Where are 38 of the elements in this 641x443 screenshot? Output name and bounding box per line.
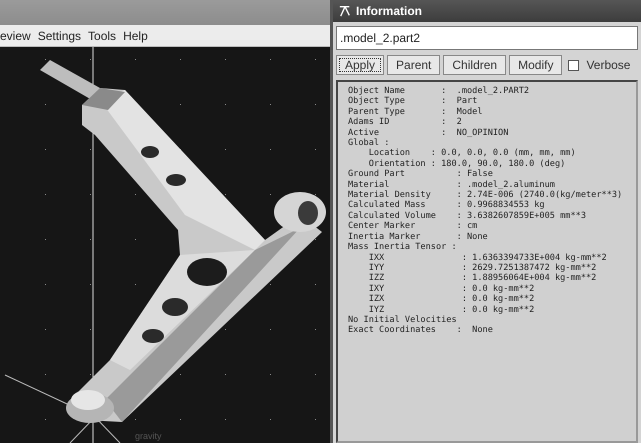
checkbox-label: Verbose — [586, 58, 630, 72]
info-line: Calculated Mass : 0.9968834553 kg — [348, 200, 546, 211]
info-line: IXY : 0.0 kg-mm**2 — [368, 284, 536, 294]
info-line: Object Type : Part — [348, 96, 478, 107]
menu-item[interactable]: Help — [123, 28, 148, 42]
info-line: IYZ : 0.0 kg-mm**2 — [368, 304, 536, 315]
info-line: IZX : 0.0 kg-mm**2 — [368, 294, 536, 305]
toolbar-button[interactable]: Apply — [336, 55, 384, 75]
info-line: Location : 0.0, 0.0, 0.0 (mm, mm, mm) — [368, 148, 577, 159]
info-line: Adams ID : 2 — [348, 117, 463, 128]
info-line: Calculated Volume : 3.6382607859E+005 mm**3 — [348, 210, 587, 222]
toolbar-button[interactable]: Children — [443, 55, 506, 75]
info-line: IYY : 2629.7251387472 kg-mm**2 — [368, 262, 598, 274]
info-line: Object Name : .model_2.PART2 — [348, 86, 530, 96]
tool-icon — [339, 5, 351, 17]
toolbar-button[interactable]: Modify — [509, 55, 562, 75]
info-line: Active : NO_OPINION — [348, 128, 510, 138]
menu-item[interactable]: eview — [0, 28, 31, 42]
info-line: Orientation : 180.0, 90.0, 180.0 (deg) — [368, 158, 566, 169]
info-line: Mass Inertia Tensor : — [348, 242, 458, 252]
info-line: Center Marker : cm — [348, 221, 478, 232]
info-line: Parent Type : Model — [348, 106, 484, 118]
info-line: Material : .model_2.aluminum — [348, 180, 556, 190]
object-field[interactable]: .model_2.part2 — [336, 26, 638, 50]
toolbar-button[interactable]: Parent — [387, 55, 440, 75]
info-line: No Initial Velocities — [348, 314, 458, 326]
info-line: Material Density : 2.74E-006 (2740.0(kg/meter**3) — [348, 190, 624, 200]
info-line: IXX : 1.6363394733E+004 kg-mm**2 — [368, 252, 608, 263]
menu-item[interactable]: Settings — [38, 28, 82, 42]
verbose-checkbox[interactable] — [568, 60, 580, 70]
info-line: Inertia Marker : None — [348, 232, 489, 242]
info-line: IZZ : 1.88956064E+004 kg-mm**2 — [368, 273, 598, 284]
menu-item[interactable]: Tools — [88, 28, 116, 42]
axis-label: gravity — [135, 431, 162, 441]
window-title: Information — [356, 4, 422, 18]
info-line: Global : — [348, 138, 390, 148]
info-line: Exact Coordinates : None — [348, 325, 494, 336]
info-line: Ground Part : False — [348, 169, 494, 180]
